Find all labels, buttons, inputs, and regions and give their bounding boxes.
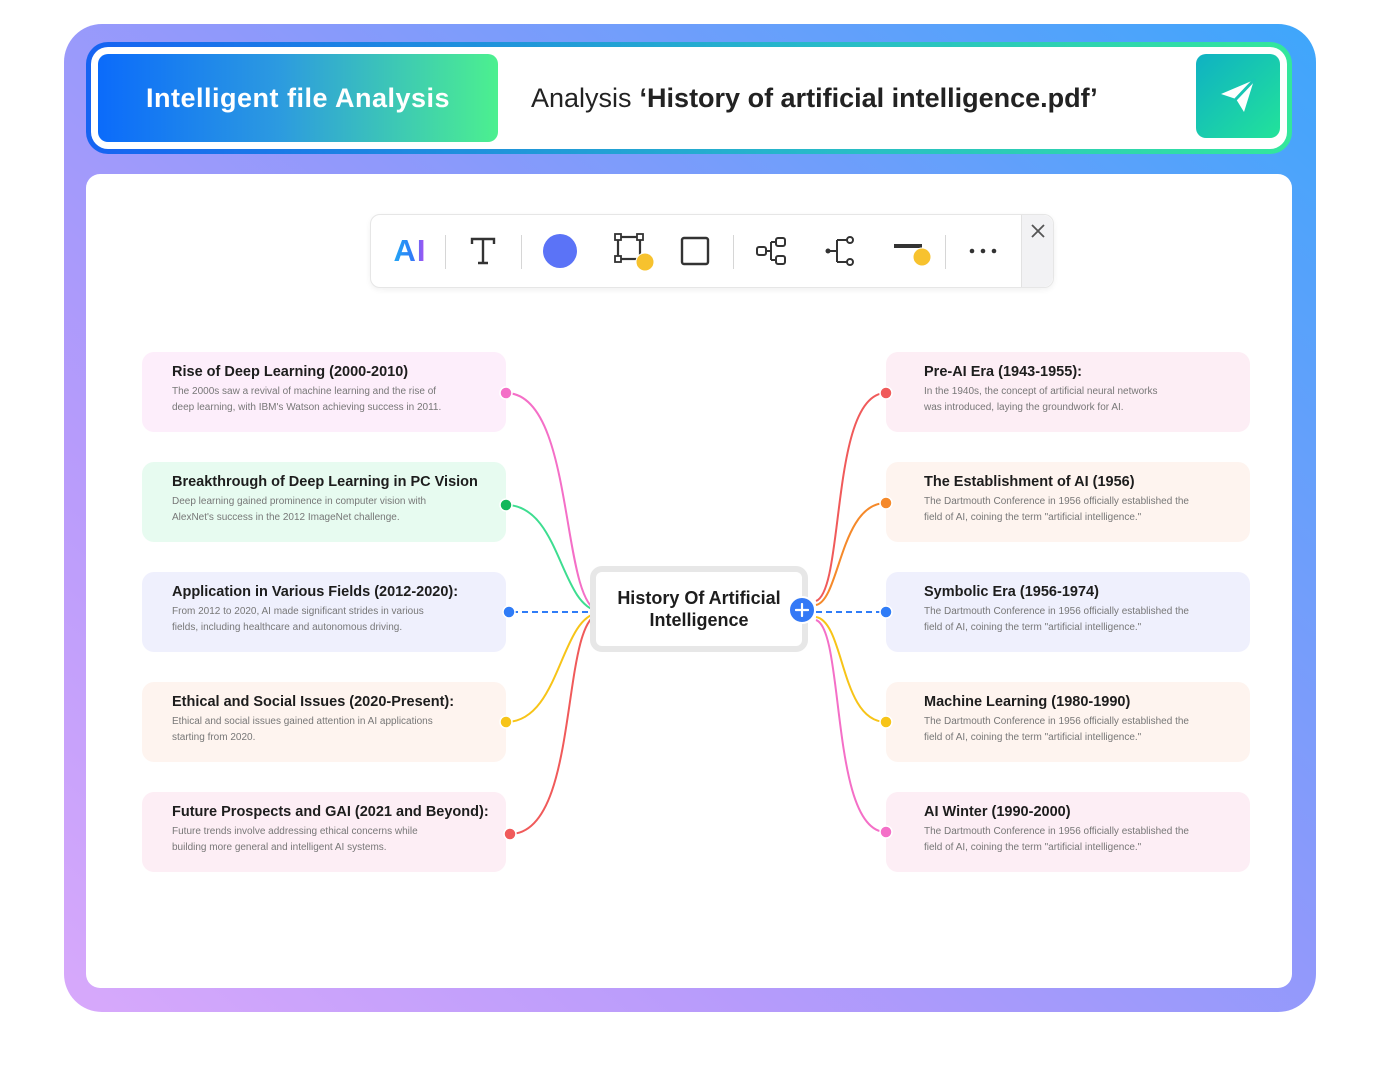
connector-dot (879, 715, 893, 729)
connector-dot (499, 386, 513, 400)
connector-dot (499, 498, 513, 512)
connector-dot (502, 605, 516, 619)
central-topic-label: History Of Artificial Intelligence (617, 588, 781, 630)
connector-dot (499, 715, 513, 729)
add-node-button[interactable] (788, 596, 816, 624)
connector-dots (499, 386, 893, 841)
connector-dot (503, 827, 517, 841)
central-topic-node[interactable]: History Of Artificial Intelligence (590, 566, 808, 652)
connector-dot (879, 386, 893, 400)
plus-icon (795, 603, 809, 617)
connector-dot (879, 496, 893, 510)
connector-dot (879, 825, 893, 839)
connector-dot (879, 605, 893, 619)
